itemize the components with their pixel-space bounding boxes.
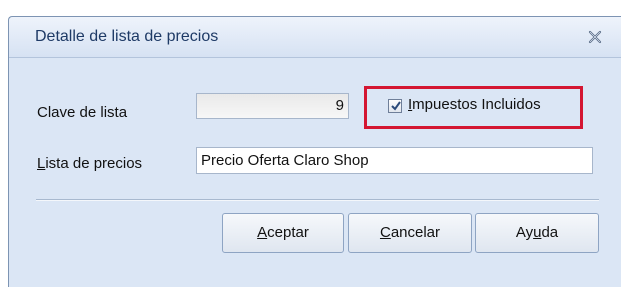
aceptar-rest: ceptar: [267, 224, 309, 241]
dialog-title: Detalle de lista de precios: [35, 28, 219, 45]
aceptar-button[interactable]: Aceptar: [222, 213, 344, 253]
clave-label: Clave de lista: [37, 104, 128, 121]
ayuda-pre: Ay: [515, 224, 534, 241]
close-icon[interactable]: [587, 29, 603, 45]
cancelar-button[interactable]: Cancelar: [348, 213, 472, 253]
lista-precios-input[interactable]: Precio Oferta Claro Shop: [196, 147, 593, 174]
title-bar[interactable]: Detalle de lista de precios: [9, 17, 621, 58]
lista-label-rest: ista de precios: [45, 155, 143, 172]
impuestos-checkbox[interactable]: [388, 99, 402, 113]
clave-field: 9: [196, 93, 349, 119]
cancelar-mnemonic: C: [379, 224, 391, 241]
lista-label: Lista de precios: [37, 155, 142, 172]
dialog-window: Detalle de lista de precios Clave de lis…: [8, 16, 621, 287]
cancelar-rest: ancelar: [390, 224, 441, 241]
aceptar-mnemonic: A: [257, 224, 268, 241]
ayuda-button[interactable]: Ayuda: [475, 213, 599, 253]
separator: [36, 199, 599, 201]
impuestos-label-rest: mpuestos Incluidos: [412, 96, 541, 113]
impuestos-label[interactable]: Impuestos Incluidos: [408, 96, 541, 113]
checkmark-icon: [391, 101, 401, 111]
ayuda-post: da: [541, 224, 559, 241]
dialog-body: Clave de lista 9 Impuestos Incluidos Lis…: [9, 58, 621, 287]
